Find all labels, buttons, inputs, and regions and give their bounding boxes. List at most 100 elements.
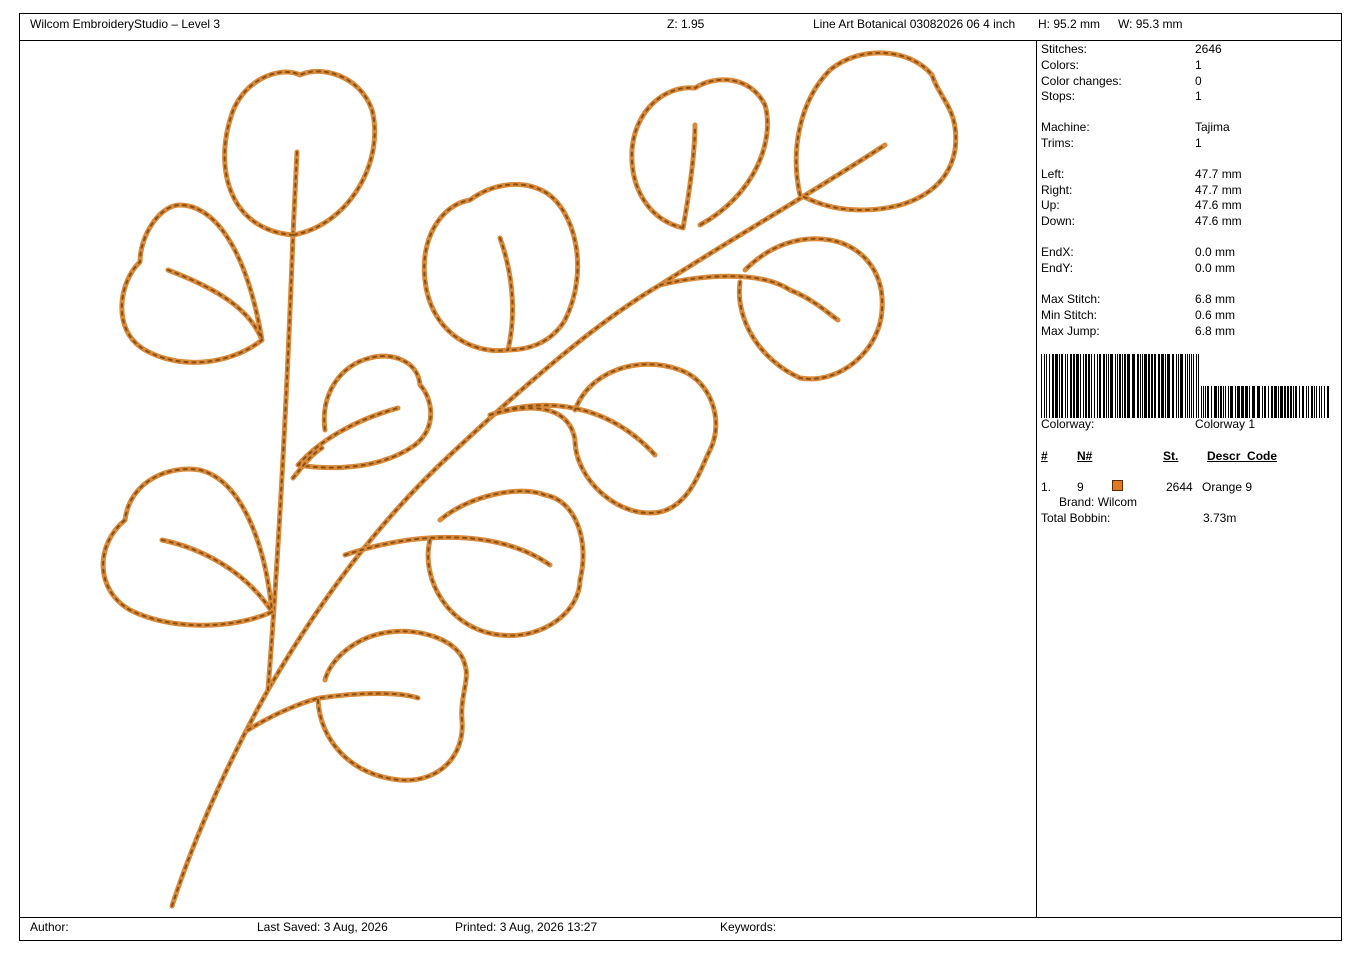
leaf-top-left-stitch-texture xyxy=(223,70,376,236)
barcode-bar xyxy=(1122,354,1123,418)
zoom-level: Z: 1.95 xyxy=(667,17,705,31)
barcode-bar xyxy=(1293,386,1294,418)
barcode-bar xyxy=(1249,386,1250,418)
stat-label: EndX: xyxy=(1041,245,1074,259)
stat-value: 47.7 mm xyxy=(1195,183,1242,197)
barcode-bar xyxy=(1252,386,1255,418)
design-width: W: 95.3 mm xyxy=(1118,17,1183,31)
barcode-bar xyxy=(1140,354,1141,418)
color-row-index: 1. xyxy=(1041,480,1052,494)
stat-value: 1 xyxy=(1195,136,1202,150)
col-header-stitches: St. xyxy=(1163,449,1179,463)
barcode-bar xyxy=(1314,386,1315,418)
author-label: Author: xyxy=(30,920,69,934)
stat-label: EndY: xyxy=(1041,261,1074,275)
last-saved: Last Saved: 3 Aug, 2026 xyxy=(257,920,388,934)
barcode-bar xyxy=(1055,354,1058,418)
stat-value: 1 xyxy=(1195,58,1202,72)
barcode-bar xyxy=(1124,354,1126,418)
keywords-label: Keywords: xyxy=(720,920,777,934)
barcode-bar xyxy=(1214,386,1217,418)
barcode-bar xyxy=(1245,386,1248,418)
stat-label: Up: xyxy=(1041,198,1060,212)
barcode-bar xyxy=(1132,354,1135,418)
stat-label: Stitches: xyxy=(1041,42,1088,56)
barcode-bar xyxy=(1059,354,1060,418)
barcode-bar xyxy=(1271,386,1273,418)
leaf-right-mid xyxy=(657,236,885,382)
stat-value: 2646 xyxy=(1195,42,1222,56)
barcode-bar xyxy=(1154,354,1156,418)
leaf-upper-right-a xyxy=(629,77,770,231)
barcode-bar xyxy=(1176,354,1177,418)
stat-label: Color changes: xyxy=(1041,74,1122,88)
barcode-bar xyxy=(1148,354,1150,418)
barcode-bar xyxy=(1207,386,1209,418)
barcode-bar xyxy=(1205,386,1206,418)
barcode-bar xyxy=(1218,386,1219,418)
barcode-bar xyxy=(1165,354,1166,418)
barcode-bar xyxy=(1185,354,1186,418)
leaf-left-mid xyxy=(119,202,265,365)
leaf-lower-left-stitch-texture xyxy=(102,468,273,627)
colorway-value: Colorway 1 xyxy=(1195,417,1256,431)
stat-label: Machine: xyxy=(1041,120,1090,134)
barcode-bar xyxy=(1094,354,1095,418)
barcode-bar xyxy=(1191,354,1192,418)
barcode-bar xyxy=(1287,386,1289,418)
stat-value: 6.8 mm xyxy=(1195,324,1236,338)
barcode-bar xyxy=(1201,386,1202,418)
barcode-bar xyxy=(1324,386,1325,418)
barcode-bar xyxy=(1158,354,1160,418)
barcode-bar xyxy=(1070,354,1072,418)
barcode-bar xyxy=(1299,386,1300,418)
barcode-bar xyxy=(1223,386,1224,418)
barcode-bar xyxy=(1119,354,1121,418)
colorway-label: Colorway: xyxy=(1041,417,1095,431)
barcode-bar xyxy=(1327,386,1329,418)
col-header-index: # xyxy=(1041,449,1048,463)
barcode-bar xyxy=(1041,354,1042,418)
barcode-bar xyxy=(1108,354,1109,418)
barcode-bar xyxy=(1321,386,1322,418)
barcode-bar xyxy=(1085,354,1087,418)
barcode-bar xyxy=(1088,354,1090,418)
barcode-bar xyxy=(1230,386,1233,418)
barcode-bar xyxy=(1137,354,1139,418)
barcode-bar xyxy=(1080,354,1081,418)
barcode-bar xyxy=(1284,386,1286,418)
barcode-bar xyxy=(1262,386,1263,418)
barcode-bar xyxy=(1106,354,1107,418)
color-row-number: 9 xyxy=(1077,480,1084,494)
barcode-bar xyxy=(1144,354,1147,418)
leaf-left-mid-stitch-texture xyxy=(120,204,263,364)
barcode-bar xyxy=(1117,354,1118,418)
barcode-bar xyxy=(1274,386,1277,418)
barcode-bar xyxy=(1142,354,1143,418)
color-swatch xyxy=(1112,480,1123,491)
barcode-bar xyxy=(1076,354,1079,418)
barcode-bar xyxy=(1228,386,1229,418)
leaf-center-top xyxy=(421,181,581,354)
barcode-bar xyxy=(1049,354,1050,418)
barcode-bar xyxy=(1161,354,1164,418)
barcode-bar xyxy=(1196,354,1197,418)
design-canvas[interactable] xyxy=(20,41,1035,916)
stat-value: Tajima xyxy=(1195,120,1230,134)
barcode-bar xyxy=(1167,354,1170,418)
bobbin-value: 3.73m xyxy=(1203,511,1237,525)
barcode-bar xyxy=(1044,354,1045,418)
color-row-brand: Brand: Wilcom xyxy=(1059,495,1138,509)
barcode-bar xyxy=(1103,354,1105,418)
stat-label: Trims: xyxy=(1041,136,1074,150)
barcode-bar xyxy=(1268,386,1269,418)
barcode-bar xyxy=(1198,354,1199,418)
stat-label: Right: xyxy=(1041,183,1073,197)
stat-value: 47.7 mm xyxy=(1195,167,1242,181)
barcode-bar xyxy=(1280,386,1283,418)
design-name: Line Art Botanical 03082026 06 4 inch xyxy=(813,17,1016,31)
barcode-bar xyxy=(1178,354,1179,418)
color-row-stitches: 2644 xyxy=(1166,480,1193,494)
barcode-image xyxy=(1041,354,1329,418)
leaf-lower-center-stitch-texture xyxy=(344,490,585,637)
